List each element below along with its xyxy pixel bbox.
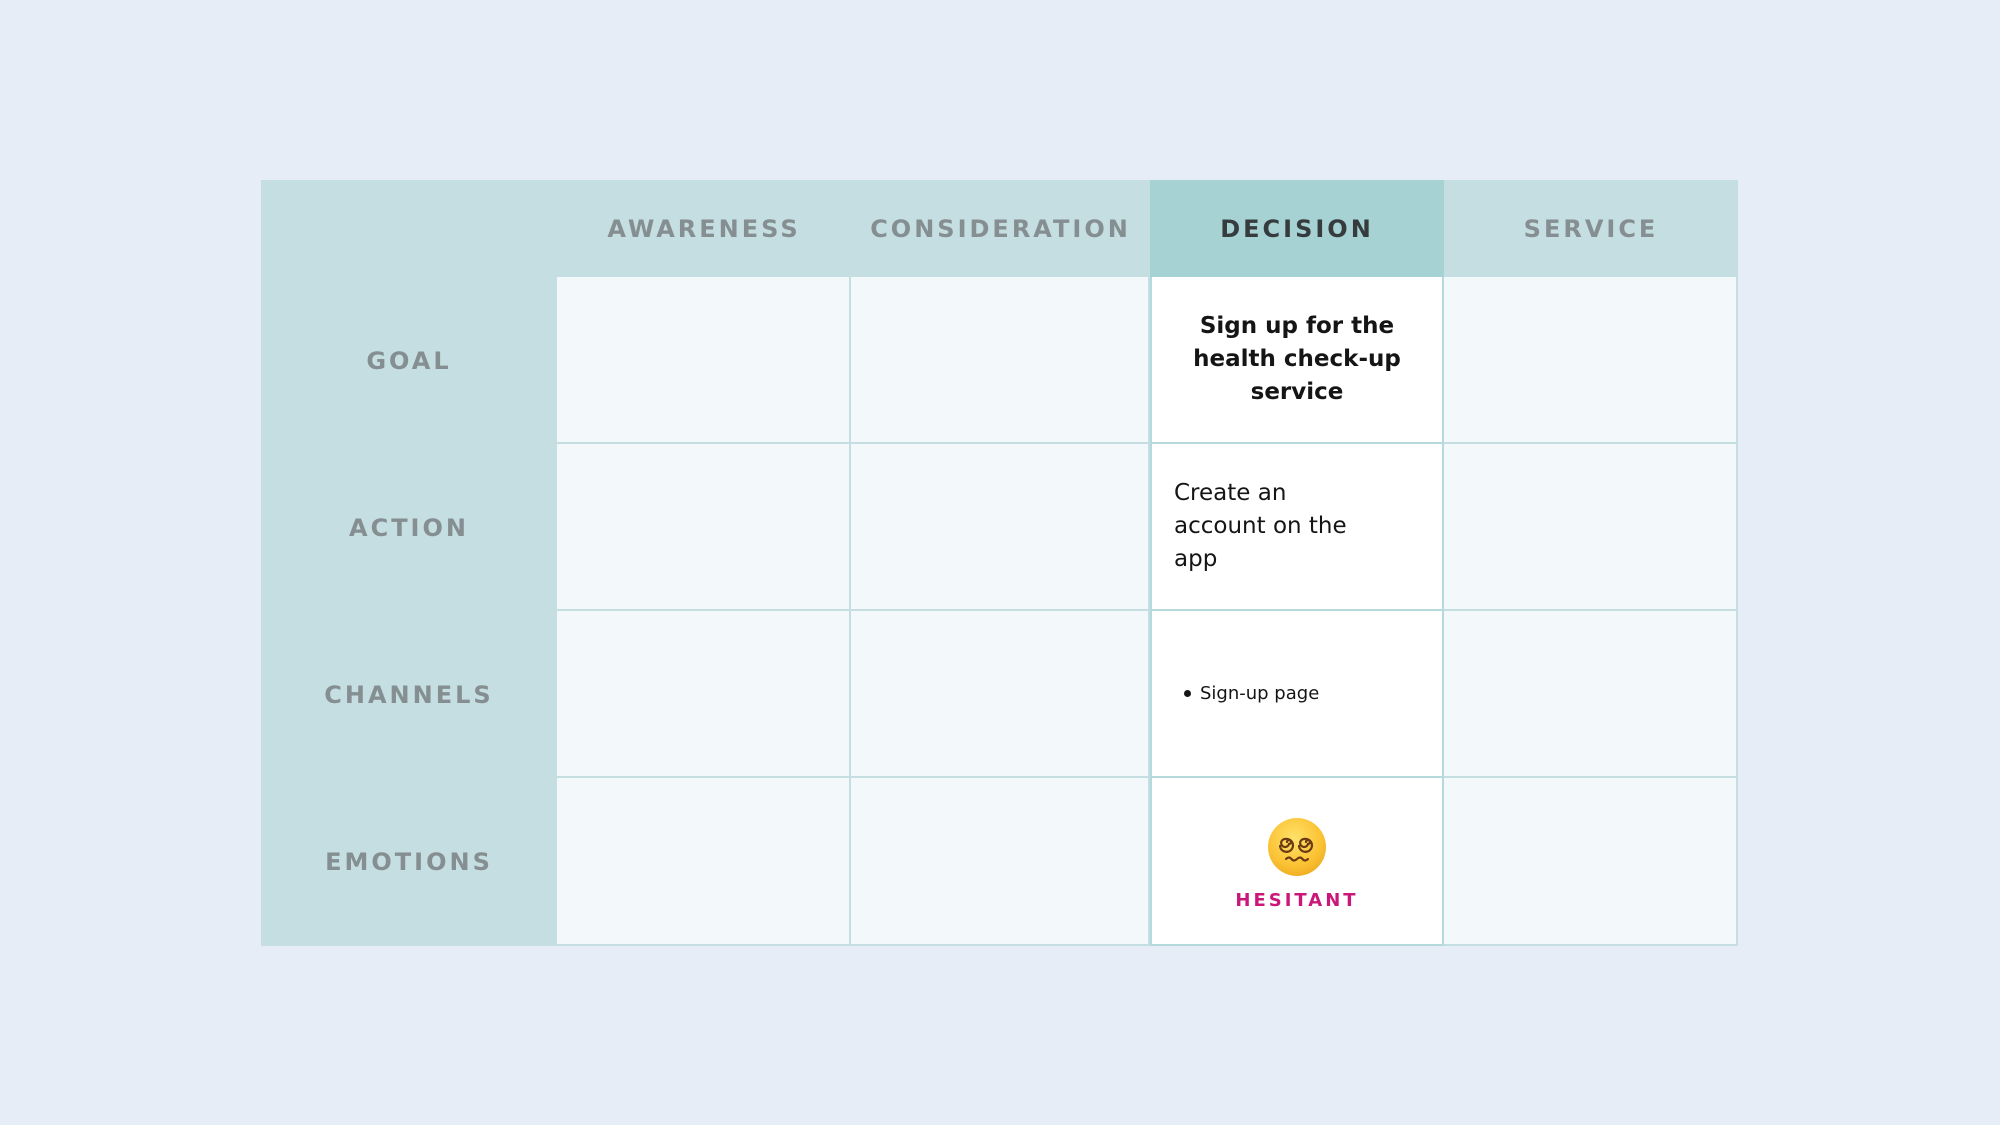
cell-channels-service <box>1444 611 1738 778</box>
emotion-label: HESITANT <box>1235 889 1359 911</box>
face-with-spiral-eyes-icon <box>1268 817 1326 876</box>
journey-map: AWARENESS CONSIDERATION DECISION SERVICE… <box>261 180 1738 946</box>
cell-action-service <box>1444 444 1738 611</box>
cell-goal-awareness <box>557 277 851 444</box>
cell-action-decision: Create an account on the app <box>1150 444 1444 611</box>
corner-header <box>261 180 557 277</box>
row-label-emotions: EMOTIONS <box>261 778 557 946</box>
bullet-icon <box>1184 690 1191 697</box>
cell-action-awareness <box>557 444 851 611</box>
cell-channels-consideration <box>851 611 1150 778</box>
cell-emotions-decision: HESITANT <box>1150 778 1444 946</box>
cell-channels-decision: Sign-up page <box>1150 611 1444 778</box>
cell-goal-consideration <box>851 277 1150 444</box>
goal-text: Sign up for the health check-up service <box>1193 313 1401 405</box>
cell-goal-decision: Sign up for the health check-up service <box>1150 277 1444 444</box>
channels-list: Sign-up page <box>1184 683 1319 704</box>
cell-emotions-awareness <box>557 778 851 946</box>
row-label-channels: CHANNELS <box>261 611 557 778</box>
cell-goal-service <box>1444 277 1738 444</box>
column-header-service: SERVICE <box>1444 180 1738 277</box>
row-label-action: ACTION <box>261 444 557 611</box>
column-header-decision: DECISION <box>1150 180 1444 277</box>
cell-action-consideration <box>851 444 1150 611</box>
channel-item: Sign-up page <box>1184 683 1319 704</box>
cell-channels-awareness <box>557 611 851 778</box>
channel-item-label: Sign-up page <box>1200 683 1320 704</box>
cell-emotions-service <box>1444 778 1738 946</box>
column-header-consideration: CONSIDERATION <box>851 180 1150 277</box>
cell-emotions-consideration <box>851 778 1150 946</box>
row-label-goal: GOAL <box>261 277 557 444</box>
column-header-awareness: AWARENESS <box>557 180 851 277</box>
action-text: Create an account on the app <box>1174 480 1347 572</box>
